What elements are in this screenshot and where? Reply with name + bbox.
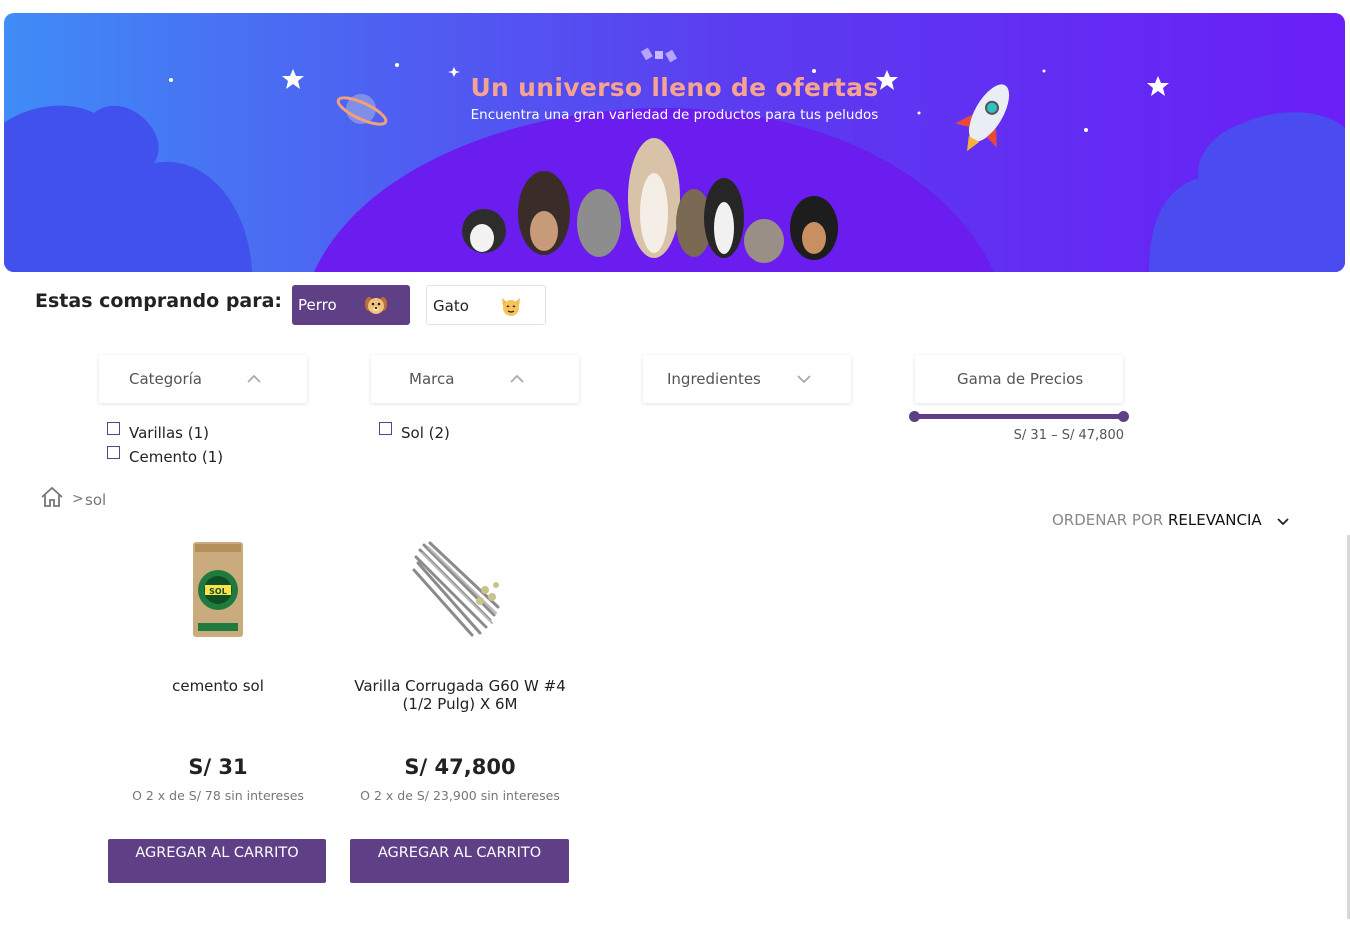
product-name[interactable]: Varilla Corrugada G60 W #4 (1/2 Pulg) X … xyxy=(348,677,572,713)
cat-face-icon xyxy=(502,298,520,316)
filter-ingredientes[interactable]: Ingredientes xyxy=(643,355,851,403)
pet-option-label: Gato xyxy=(433,297,469,315)
price-slider-track[interactable] xyxy=(915,414,1123,419)
add-to-cart-label: AGREGAR AL CARRITO xyxy=(135,845,299,861)
product-card[interactable]: SOL cemento sol S/ 31 O 2 x de S/ 78 sin… xyxy=(98,535,338,895)
filter-gama-precios[interactable]: Gama de Precios xyxy=(915,355,1123,403)
price-range-text: S/ 31 – S/ 47,800 xyxy=(1013,428,1124,443)
filter-marca[interactable]: Marca xyxy=(371,355,579,403)
pet-option-perro[interactable]: Perro xyxy=(292,285,410,325)
pet-option-gato[interactable]: Gato xyxy=(426,285,546,325)
add-to-cart-button[interactable]: AGREGAR AL CARRITO xyxy=(350,839,569,883)
svg-text:SOL: SOL xyxy=(209,587,227,596)
filter-label: Categoría xyxy=(129,370,203,388)
promo-banner[interactable]: Un universo lleno de ofertas Encuentra u… xyxy=(4,13,1345,272)
filter-option-label: Cemento (1) xyxy=(129,448,224,466)
product-installments: O 2 x de S/ 23,900 sin intereses xyxy=(360,788,560,803)
checkbox[interactable] xyxy=(107,422,120,435)
add-to-cart-label: AGREGAR AL CARRITO xyxy=(377,845,542,861)
checkbox[interactable] xyxy=(107,446,120,459)
pet-selector-label: Estas comprando para: xyxy=(35,290,283,312)
breadcrumb-separator: > xyxy=(72,491,84,507)
sort-value: RELEVANCIA xyxy=(1168,511,1262,529)
banner-title: Un universo lleno de ofertas xyxy=(470,73,879,102)
home-icon[interactable] xyxy=(40,486,64,508)
sort-dropdown[interactable]: ORDENAR POR RELEVANCIA xyxy=(1052,511,1262,529)
add-to-cart-button[interactable]: AGREGAR AL CARRITO xyxy=(108,839,326,883)
product-card[interactable]: Varilla Corrugada G60 W #4 (1/2 Pulg) X … xyxy=(340,535,580,895)
banner-subtitle: Encuentra una gran variedad de productos… xyxy=(470,107,879,123)
breadcrumb-current: sol xyxy=(85,491,107,509)
product-name[interactable]: cemento sol xyxy=(106,677,330,695)
chevron-up-icon xyxy=(247,374,261,383)
sort-label: ORDENAR POR xyxy=(1052,511,1164,529)
product-image-cemento[interactable]: SOL xyxy=(98,535,338,645)
filter-option-label: Sol (2) xyxy=(401,424,450,442)
checkbox[interactable] xyxy=(379,422,392,435)
filter-label: Gama de Precios xyxy=(957,370,1084,388)
chevron-down-icon[interactable] xyxy=(1276,514,1290,528)
filter-label: Marca xyxy=(409,370,455,388)
filter-label: Ingredientes xyxy=(667,370,761,388)
price-slider-min-handle[interactable] xyxy=(909,411,920,422)
banner-illustration xyxy=(4,47,1345,272)
filter-categoria[interactable]: Categoría xyxy=(99,355,307,403)
product-price: S/ 47,800 xyxy=(404,755,516,779)
filter-option-label: Varillas (1) xyxy=(129,424,209,442)
product-image-varilla[interactable] xyxy=(340,535,580,645)
product-installments: O 2 x de S/ 78 sin intereses xyxy=(132,788,304,803)
pet-option-label: Perro xyxy=(298,296,337,314)
product-price: S/ 31 xyxy=(188,755,248,779)
chevron-down-icon xyxy=(797,375,811,384)
price-slider-max-handle[interactable] xyxy=(1118,411,1129,422)
chevron-up-icon xyxy=(510,374,524,383)
dog-face-icon xyxy=(365,297,387,314)
